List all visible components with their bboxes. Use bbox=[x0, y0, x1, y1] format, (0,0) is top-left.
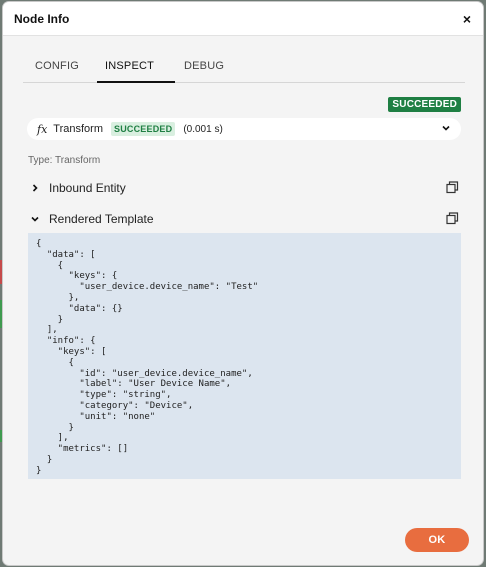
section-inbound-entity[interactable]: Inbound Entity bbox=[27, 179, 461, 197]
rendered-template-code: { "data": [ { "keys": { "user_device.dev… bbox=[28, 233, 461, 479]
section-label: Rendered Template bbox=[49, 212, 154, 226]
dialog-title: Node Info bbox=[14, 11, 70, 26]
chevron-right-icon[interactable] bbox=[30, 183, 40, 193]
ok-button[interactable]: OK bbox=[405, 528, 469, 552]
tab-inspect[interactable]: INSPECT bbox=[97, 52, 175, 83]
code-text: { "data": [ { "keys": { "user_device.dev… bbox=[36, 239, 259, 476]
section-label: Inbound Entity bbox=[49, 181, 126, 195]
section-rendered-template[interactable]: Rendered Template bbox=[27, 210, 461, 228]
copy-icon[interactable] bbox=[446, 181, 459, 194]
close-icon[interactable]: × bbox=[463, 12, 471, 26]
node-name: Transform bbox=[53, 123, 103, 135]
dialog-titlebar: Node Info × bbox=[3, 2, 483, 36]
function-icon: fx bbox=[37, 122, 48, 136]
status-badge: SUCCEEDED bbox=[388, 97, 461, 112]
execution-status: SUCCEEDED bbox=[388, 94, 461, 112]
copy-icon[interactable] bbox=[446, 212, 459, 225]
tab-config[interactable]: CONFIG bbox=[23, 52, 97, 82]
node-summary-row[interactable]: fx Transform SUCCEEDED (0.001 s) bbox=[27, 118, 461, 140]
node-type-label: Type: Transform bbox=[28, 155, 101, 166]
chevron-down-icon[interactable] bbox=[441, 123, 451, 133]
node-info-dialog: Node Info × CONFIG INSPECT DEBUG SUCCEED… bbox=[3, 2, 483, 565]
chevron-down-icon[interactable] bbox=[30, 214, 40, 224]
node-duration: (0.001 s) bbox=[183, 123, 223, 135]
tab-debug[interactable]: DEBUG bbox=[175, 52, 255, 82]
node-status-badge: SUCCEEDED bbox=[111, 122, 176, 136]
tab-bar: CONFIG INSPECT DEBUG bbox=[23, 52, 465, 83]
